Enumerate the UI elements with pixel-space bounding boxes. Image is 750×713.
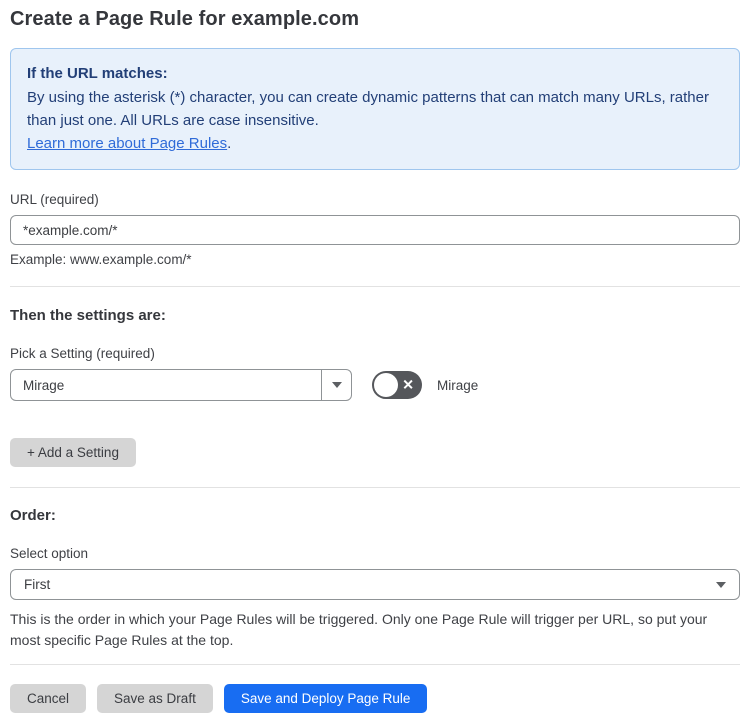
url-field-hint: Example: www.example.com/* — [10, 252, 192, 267]
order-description: This is the order in which your Page Rul… — [10, 611, 708, 648]
url-field-label: URL (required) — [10, 192, 99, 207]
url-match-info-box: If the URL matches: By using the asteris… — [10, 48, 740, 170]
settings-section-heading: Then the settings are: — [10, 307, 166, 324]
create-page-rule-panel: Create a Page Rule for example.com If th… — [0, 0, 750, 713]
info-box-body: By using the asterisk (*) character, you… — [27, 89, 709, 129]
setting-select[interactable]: Mirage — [10, 369, 352, 401]
order-select[interactable]: First — [10, 569, 740, 600]
mirage-toggle[interactable]: ✕ — [372, 371, 422, 399]
setting-row: Mirage ✕ Mirage — [10, 369, 740, 401]
order-section-heading: Order: — [10, 507, 56, 524]
setting-picker-label: Pick a Setting (required) — [10, 346, 155, 361]
info-box-link-line: Learn more about Page Rules. — [27, 132, 723, 155]
url-input[interactable] — [10, 215, 740, 245]
order-select-value: First — [24, 577, 51, 592]
save-as-draft-button[interactable]: Save as Draft — [97, 684, 213, 713]
add-setting-button[interactable]: + Add a Setting — [10, 438, 136, 467]
save-and-deploy-button[interactable]: Save and Deploy Page Rule — [223, 684, 428, 713]
toggle-setting-label: Mirage — [437, 377, 479, 393]
page-title: Create a Page Rule for example.com — [10, 8, 360, 30]
section-divider — [10, 487, 740, 488]
learn-more-link[interactable]: Learn more about Page Rules — [27, 135, 227, 152]
footer-divider — [10, 664, 740, 665]
footer-actions: Cancel Save as Draft Save and Deploy Pag… — [10, 684, 740, 713]
link-period: . — [227, 135, 232, 152]
setting-select-arrow-button[interactable] — [321, 370, 351, 400]
setting-select-value: Mirage — [23, 377, 65, 393]
section-divider — [10, 286, 740, 287]
info-box-heading: If the URL matches: — [27, 65, 168, 82]
chevron-down-icon — [716, 581, 726, 588]
toggle-off-x-icon: ✕ — [402, 376, 414, 393]
order-select-label: Select option — [10, 546, 89, 561]
cancel-button[interactable]: Cancel — [10, 684, 87, 713]
chevron-down-icon — [331, 382, 342, 388]
toggle-knob — [374, 373, 398, 397]
